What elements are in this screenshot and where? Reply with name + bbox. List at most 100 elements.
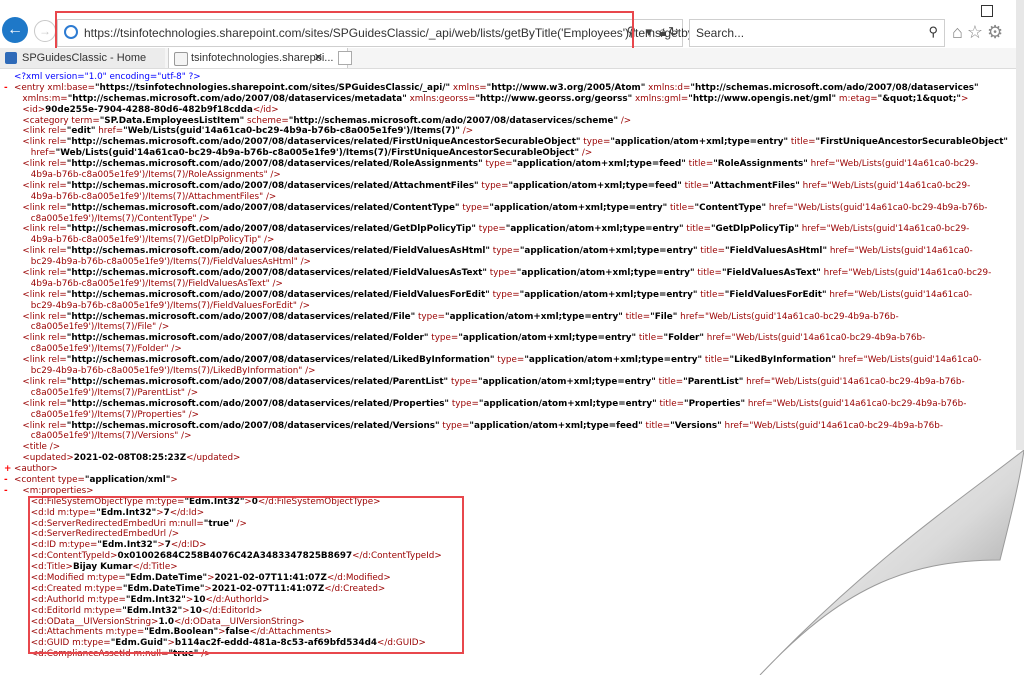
refresh-icon[interactable]: ↻ — [668, 24, 679, 40]
xml-line-text: <link rel="http://schemas.microsoft.com/… — [22, 180, 971, 191]
xml-line-text: <link rel="http://schemas.microsoft.com/… — [22, 420, 944, 431]
browser-window: ← → https://tsinfotechnologies.sharepoin… — [0, 0, 1024, 675]
xml-line-text: href="Web/Lists(guid'14a61ca0-bc29-4b9a-… — [30, 148, 593, 159]
new-tab-button[interactable] — [338, 51, 352, 65]
forward-button[interactable]: → — [34, 20, 56, 42]
xml-line-text: <link rel="http://schemas.microsoft.com/… — [22, 159, 979, 170]
sharepoint-favicon-icon — [5, 52, 17, 64]
xml-line-text: 4b9a-b76b-c8a005e1fe9')/Items(7)/Attachm… — [30, 191, 277, 202]
xml-line: <link rel="http://schemas.microsoft.com/… — [4, 355, 984, 366]
xml-line: <category term="SP.Data.EmployeesListIte… — [4, 116, 984, 127]
tab-strip: SPGuidesClassic - Home tsinfotechnologie… — [0, 48, 1024, 69]
xml-line-text: <content type="application/xml"> — [14, 474, 178, 485]
xml-line-text: <link rel="edit" href="Web/Lists(guid'14… — [22, 126, 474, 137]
xml-line: <link rel="http://schemas.microsoft.com/… — [4, 290, 984, 301]
expand-collapse-toggle[interactable]: + — [4, 464, 14, 475]
xml-line-text: <link rel="http://schemas.microsoft.com/… — [22, 289, 973, 300]
xml-line: <title /> — [4, 442, 984, 453]
xml-line-text: c8a005e1fe9')/Items(7)/ContentType" /> — [30, 213, 210, 224]
xml-line: 4b9a-b76b-c8a005e1fe9')/Items(7)/GetDlpP… — [4, 235, 984, 246]
xml-line-text: <link rel="http://schemas.microsoft.com/… — [22, 246, 973, 257]
xml-line-text: <id>90de255e-7904-4288-80d6-482b9f18cdda… — [22, 104, 279, 115]
xml-line: <link rel="http://schemas.microsoft.com/… — [4, 181, 984, 192]
xml-line: c8a005e1fe9')/Items(7)/Versions" /> — [4, 431, 984, 442]
search-icon[interactable]: ⚲ — [928, 24, 938, 40]
xml-line: - <entry xml:base="https://tsinfotechnolo… — [4, 83, 984, 94]
xml-line: <id>90de255e-7904-4288-80d6-482b9f18cdda… — [4, 105, 984, 116]
xml-line: c8a005e1fe9')/Items(7)/File" /> — [4, 322, 984, 333]
expand-collapse-toggle[interactable]: - — [4, 475, 14, 486]
xml-line-text: bc29-4b9a-b76b-c8a005e1fe9')/Items(7)/Fi… — [30, 257, 311, 268]
xml-line: <link rel="http://schemas.microsoft.com/… — [4, 246, 984, 257]
xml-line-text: 4b9a-b76b-c8a005e1fe9')/Items(7)/RoleAss… — [30, 170, 281, 181]
xml-line-text: <m:properties> — [22, 485, 94, 496]
xml-line-text: bc29-4b9a-b76b-c8a005e1fe9')/Items(7)/Li… — [30, 366, 316, 377]
xml-line-text: <link rel="http://schemas.microsoft.com/… — [22, 376, 965, 387]
tab-label: tsinfotechnologies.sharepoi... — [191, 52, 334, 64]
xml-line-text: <link rel="http://schemas.microsoft.com/… — [22, 355, 982, 366]
xml-line-text: <?xml version="1.0" encoding="utf-8" ?> — [14, 72, 201, 82]
xml-line: <link rel="http://schemas.microsoft.com/… — [4, 312, 984, 323]
xml-line: <link rel="http://schemas.microsoft.com/… — [4, 333, 984, 344]
xml-line-text: c8a005e1fe9')/Items(7)/Versions" /> — [30, 431, 192, 442]
xml-line: xmlns:m="http://schemas.microsoft.com/ad… — [4, 94, 984, 105]
xml-line-text: bc29-4b9a-b76b-c8a005e1fe9')/Items(7)/Fi… — [30, 300, 311, 311]
favorites-star-icon[interactable]: ☆ — [967, 22, 987, 42]
xml-line: bc29-4b9a-b76b-c8a005e1fe9')/Items(7)/Fi… — [4, 257, 984, 268]
xml-line: 4b9a-b76b-c8a005e1fe9')/Items(7)/RoleAss… — [4, 170, 984, 181]
xml-line-text: <link rel="http://schemas.microsoft.com/… — [22, 398, 967, 409]
dropdown-chevron-icon[interactable]: ▾ — [645, 24, 652, 40]
xml-line-text: <link rel="http://schemas.microsoft.com/… — [22, 268, 992, 279]
xml-line: 4b9a-b76b-c8a005e1fe9')/Items(7)/Attachm… — [4, 192, 984, 203]
maximize-button[interactable] — [981, 5, 993, 17]
search-box[interactable]: Search... ⚲ — [689, 19, 945, 47]
properties-highlight-box — [28, 496, 464, 654]
home-icon[interactable]: ⌂ — [952, 22, 967, 42]
expand-collapse-toggle[interactable]: - — [4, 83, 14, 94]
xml-line: <link rel="http://schemas.microsoft.com/… — [4, 268, 991, 279]
xml-line-text: <entry xml:base="https://tsinfotechnolog… — [14, 82, 979, 93]
xml-line-text: c8a005e1fe9')/Items(7)/ParentList" /> — [30, 387, 199, 398]
xml-line: <link rel="http://schemas.microsoft.com/… — [4, 377, 984, 388]
expand-collapse-toggle[interactable]: - — [4, 486, 14, 497]
close-tab-icon[interactable]: ✕ — [314, 48, 323, 68]
xml-line-text: <link rel="http://schemas.microsoft.com/… — [22, 311, 899, 322]
xml-line: c8a005e1fe9')/Items(7)/ParentList" /> — [4, 388, 984, 399]
xml-line-text: xmlns:m="http://schemas.microsoft.com/ad… — [22, 93, 969, 104]
tab-label: SPGuidesClassic - Home — [22, 52, 147, 64]
search-placeholder: Search... — [696, 26, 745, 40]
xml-line-text: <link rel="http://schemas.microsoft.com/… — [22, 224, 970, 235]
xml-line: href="Web/Lists(guid'14a61ca0-bc29-4b9a-… — [4, 148, 984, 159]
back-button[interactable]: ← — [2, 17, 28, 43]
xml-line: bc29-4b9a-b76b-c8a005e1fe9')/Items(7)/Fi… — [4, 301, 984, 312]
tab-spguides-home[interactable]: SPGuidesClassic - Home — [0, 48, 165, 68]
xml-line: <link rel="http://schemas.microsoft.com/… — [4, 224, 984, 235]
xml-line: <link rel="http://schemas.microsoft.com/… — [4, 159, 984, 170]
xml-line-text: <link rel="http://schemas.microsoft.com/… — [22, 137, 1009, 148]
xml-line: <link rel="http://schemas.microsoft.com/… — [4, 421, 984, 432]
browser-tools: ⌂☆⚙ — [952, 22, 1007, 43]
xml-line: c8a005e1fe9')/Items(7)/ContentType" /> — [4, 214, 984, 225]
xml-line: <link rel="http://schemas.microsoft.com/… — [4, 137, 1008, 148]
xml-line-text: c8a005e1fe9')/Items(7)/Folder" /> — [30, 344, 182, 355]
xml-line: c8a005e1fe9')/Items(7)/Folder" /> — [4, 344, 984, 355]
xml-line-text: <author> — [14, 464, 58, 475]
xml-line: c8a005e1fe9')/Items(7)/Properties" /> — [4, 410, 984, 421]
xml-line: <?xml version="1.0" encoding="utf-8" ?> — [4, 72, 984, 83]
xml-line-text: <category term="SP.Data.EmployeesListIte… — [22, 115, 632, 126]
xml-line: <link rel="edit" href="Web/Lists(guid'14… — [4, 126, 984, 137]
xml-line-text: 4b9a-b76b-c8a005e1fe9')/Items(7)/FieldVa… — [30, 278, 283, 289]
xml-line-text: <link rel="http://schemas.microsoft.com/… — [22, 202, 988, 213]
lock-icon[interactable]: 🔒︎ — [659, 24, 666, 40]
xml-line-text: <title /> — [22, 442, 61, 453]
tab-api-response[interactable]: tsinfotechnologies.sharepoi... ✕ — [168, 48, 348, 68]
xml-line: <updated>2021-02-08T08:25:23Z</updated> — [4, 453, 984, 464]
xml-line-text: 4b9a-b76b-c8a005e1fe9')/Items(7)/GetDlpP… — [30, 235, 275, 246]
xml-line: bc29-4b9a-b76b-c8a005e1fe9')/Items(7)/Li… — [4, 366, 984, 377]
page-favicon-icon — [174, 52, 188, 66]
xml-line: + <author> — [4, 464, 984, 475]
xml-line-text: c8a005e1fe9')/Items(7)/Properties" /> — [30, 409, 199, 420]
settings-gear-icon[interactable]: ⚙ — [987, 22, 1007, 42]
xml-line: <link rel="http://schemas.microsoft.com/… — [4, 399, 984, 410]
xml-line: 4b9a-b76b-c8a005e1fe9')/Items(7)/FieldVa… — [4, 279, 984, 290]
